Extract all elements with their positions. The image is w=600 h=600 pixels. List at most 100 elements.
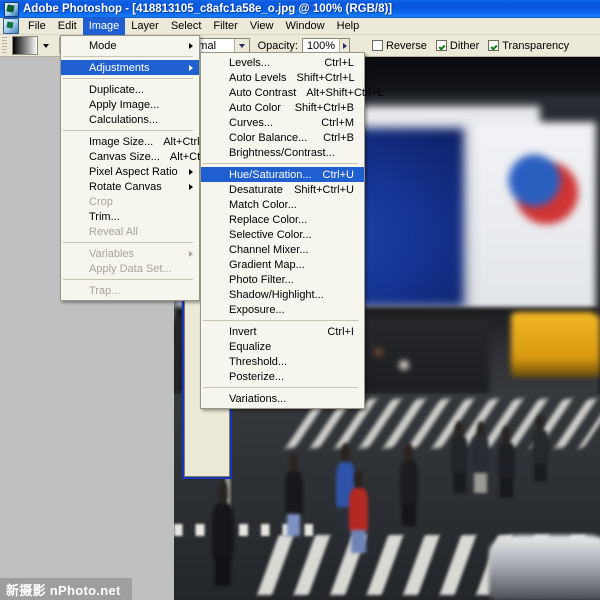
image-menu-item-canvas-size[interactable]: Canvas Size... Alt+Ctrl+C: [61, 149, 221, 164]
menu-help[interactable]: Help: [331, 18, 366, 35]
menu-item-label: Channel Mixer...: [229, 243, 309, 256]
menu-window[interactable]: Window: [280, 18, 331, 35]
menu-item-label: Match Color...: [229, 198, 297, 211]
menu-item-label: Replace Color...: [229, 213, 308, 226]
checkbox-box: [435, 40, 447, 51]
menu-item-label: Color Balance...: [229, 131, 308, 144]
adjustments-menu-item-hue-saturation[interactable]: Hue/Saturation... Ctrl+U: [201, 167, 364, 182]
menu-item-label: Posterize...: [229, 370, 285, 383]
menu-item-label: Equalize: [229, 340, 272, 353]
adjustments-menu-item-color-balance[interactable]: Color Balance... Ctrl+B: [201, 130, 364, 145]
menu-item-shortcut: Shift+Ctrl+B: [294, 101, 354, 114]
adjustments-menu-item-equalize[interactable]: Equalize: [201, 339, 364, 354]
adjustments-menu-item-selective-color[interactable]: Selective Color...: [201, 227, 364, 242]
menu-image[interactable]: Image: [82, 17, 126, 35]
menu-item-shortcut: Ctrl+M: [321, 116, 354, 129]
menu-filter[interactable]: Filter: [207, 18, 243, 35]
chevron-down-icon[interactable]: [233, 38, 249, 53]
menu-item-label: Image Size...: [89, 135, 154, 148]
menu-item-shortcut: Ctrl+B: [323, 131, 354, 144]
image-menu-item-trap: Trap...: [61, 283, 199, 298]
adjustments-menu-item-levels[interactable]: Levels... Ctrl+L: [201, 55, 364, 70]
adjustments-menu-item-match-color[interactable]: Match Color...: [201, 197, 364, 212]
adjustments-menu-item-auto-color[interactable]: Auto Color Shift+Ctrl+B: [201, 100, 364, 115]
image-menu-item-pixel-aspect-ratio[interactable]: Pixel Aspect Ratio: [61, 164, 199, 179]
menu-item-shortcut: Shift+Ctrl+U: [294, 183, 354, 196]
menu-file[interactable]: File: [22, 18, 52, 35]
menu-item-label: Reveal All: [89, 225, 138, 238]
image-menu-item-variables: Variables: [61, 246, 199, 261]
chevron-down-icon[interactable]: [43, 43, 49, 48]
image-menu-item-adjustments[interactable]: Adjustments: [61, 60, 199, 75]
menu-item-label: Gradient Map...: [229, 258, 305, 271]
adjustments-menu-item-brightness-contrast[interactable]: Brightness/Contrast...: [201, 145, 364, 160]
menu-separator: [203, 163, 358, 164]
checkbox-box: [488, 40, 500, 51]
menu-item-label: Adjustments: [89, 61, 150, 74]
adjustments-menu-item-exposure[interactable]: Exposure...: [201, 302, 364, 317]
adjustments-menu-item-curves[interactable]: Curves... Ctrl+M: [201, 115, 364, 130]
menu-item-shortcut: Ctrl+I: [327, 325, 354, 338]
image-menu-item-image-size[interactable]: Image Size... Alt+Ctrl+I: [61, 134, 209, 149]
adjustments-menu-item-invert[interactable]: Invert Ctrl+I: [201, 324, 364, 339]
adjustments-menu-item-variations[interactable]: Variations...: [201, 391, 364, 406]
adjustments-menu-item-photo-filter[interactable]: Photo Filter...: [201, 272, 364, 287]
image-menu-item-calculations[interactable]: Calculations...: [61, 112, 199, 127]
menu-item-label: Auto Contrast: [229, 86, 297, 99]
menu-item-label: Rotate Canvas: [89, 180, 162, 193]
image-menu-item-duplicate[interactable]: Duplicate...: [61, 82, 199, 97]
gradient-tool-preview[interactable]: [12, 36, 38, 55]
menu-item-shortcut: Ctrl+L: [324, 56, 354, 69]
adjustments-menu-item-shadow-highlight[interactable]: Shadow/Highlight...: [201, 287, 364, 302]
adjustments-menu-item-replace-color[interactable]: Replace Color...: [201, 212, 364, 227]
reverse-label: Reverse: [385, 39, 427, 52]
opacity-value: 100%: [306, 39, 336, 52]
image-menu-item-trim[interactable]: Trim...: [61, 209, 199, 224]
dither-checkbox[interactable]: Dither: [435, 40, 479, 52]
menu-item-label: Threshold...: [229, 355, 288, 368]
watermark: 新摄影 nPhoto.net: [0, 578, 132, 600]
adjustments-menu-item-posterize[interactable]: Posterize...: [201, 369, 364, 384]
menu-item-label: Apply Data Set...: [89, 262, 172, 275]
adjustments-menu-item-auto-levels[interactable]: Auto Levels Shift+Ctrl+L: [201, 70, 364, 85]
menu-item-label: Hue/Saturation...: [229, 168, 312, 181]
title-bar: Adobe Photoshop - [418813105_c8afc1a58e_…: [0, 0, 600, 18]
transparency-checkbox[interactable]: Transparency: [488, 40, 569, 52]
adjustments-menu-item-channel-mixer[interactable]: Channel Mixer...: [201, 242, 364, 257]
adjustments-menu-item-auto-contrast[interactable]: Auto Contrast Alt+Shift+Ctrl+L: [201, 85, 384, 100]
adjustments-menu-item-threshold[interactable]: Threshold...: [201, 354, 364, 369]
adjustments-menu-item-desaturate[interactable]: Desaturate Shift+Ctrl+U: [201, 182, 364, 197]
photoshop-window: Adobe Photoshop - [418813105_c8afc1a58e_…: [0, 0, 600, 600]
submenu-arrow-icon: [189, 250, 193, 257]
submenu-arrow-icon: [189, 183, 193, 190]
menu-item-label: Calculations...: [89, 113, 159, 126]
menu-item-label: Levels...: [229, 56, 270, 69]
document-icon[interactable]: [3, 18, 19, 34]
options-bar-grip[interactable]: [2, 36, 7, 55]
submenu-arrow-icon: [189, 168, 193, 175]
menu-item-label: Variations...: [229, 392, 287, 405]
image-menu-item-apply-image[interactable]: Apply Image...: [61, 97, 199, 112]
menu-select[interactable]: Select: [165, 18, 208, 35]
menu-edit[interactable]: Edit: [52, 18, 83, 35]
image-dropdown-menu[interactable]: Mode Adjustments Duplicate... Apply Image..…: [60, 35, 221, 301]
photoshop-icon: [4, 1, 19, 17]
adjustments-submenu[interactable]: Levels... Ctrl+L Auto Levels Shift+Ctrl+L Au…: [200, 52, 384, 409]
menu-layer[interactable]: Layer: [125, 18, 165, 35]
menu-item-shortcut: Shift+Ctrl+L: [296, 71, 355, 84]
menu-bar: File Edit Image Layer Select Filter View…: [0, 17, 600, 35]
image-menu-item-mode[interactable]: Mode: [61, 38, 199, 53]
image-menu-item-rotate-canvas[interactable]: Rotate Canvas: [61, 179, 199, 194]
menu-item-label: Curves...: [229, 116, 274, 129]
menu-item-shortcut: Ctrl+U: [322, 168, 354, 181]
submenu-arrow-icon: [189, 42, 193, 49]
menu-item-label: Variables: [89, 247, 135, 260]
menu-view[interactable]: View: [244, 18, 280, 35]
reverse-checkbox[interactable]: Reverse: [371, 39, 427, 52]
opacity-label: Opacity:: [257, 39, 298, 52]
submenu-arrow-icon: [189, 64, 193, 71]
menu-item-shortcut: Alt+Shift+Ctrl+L: [306, 86, 384, 99]
adjustments-menu-item-gradient-map[interactable]: Gradient Map...: [201, 257, 364, 272]
opacity-stepper-icon[interactable]: [339, 38, 349, 53]
watermark-text: 新摄影 nPhoto.net: [6, 582, 121, 598]
